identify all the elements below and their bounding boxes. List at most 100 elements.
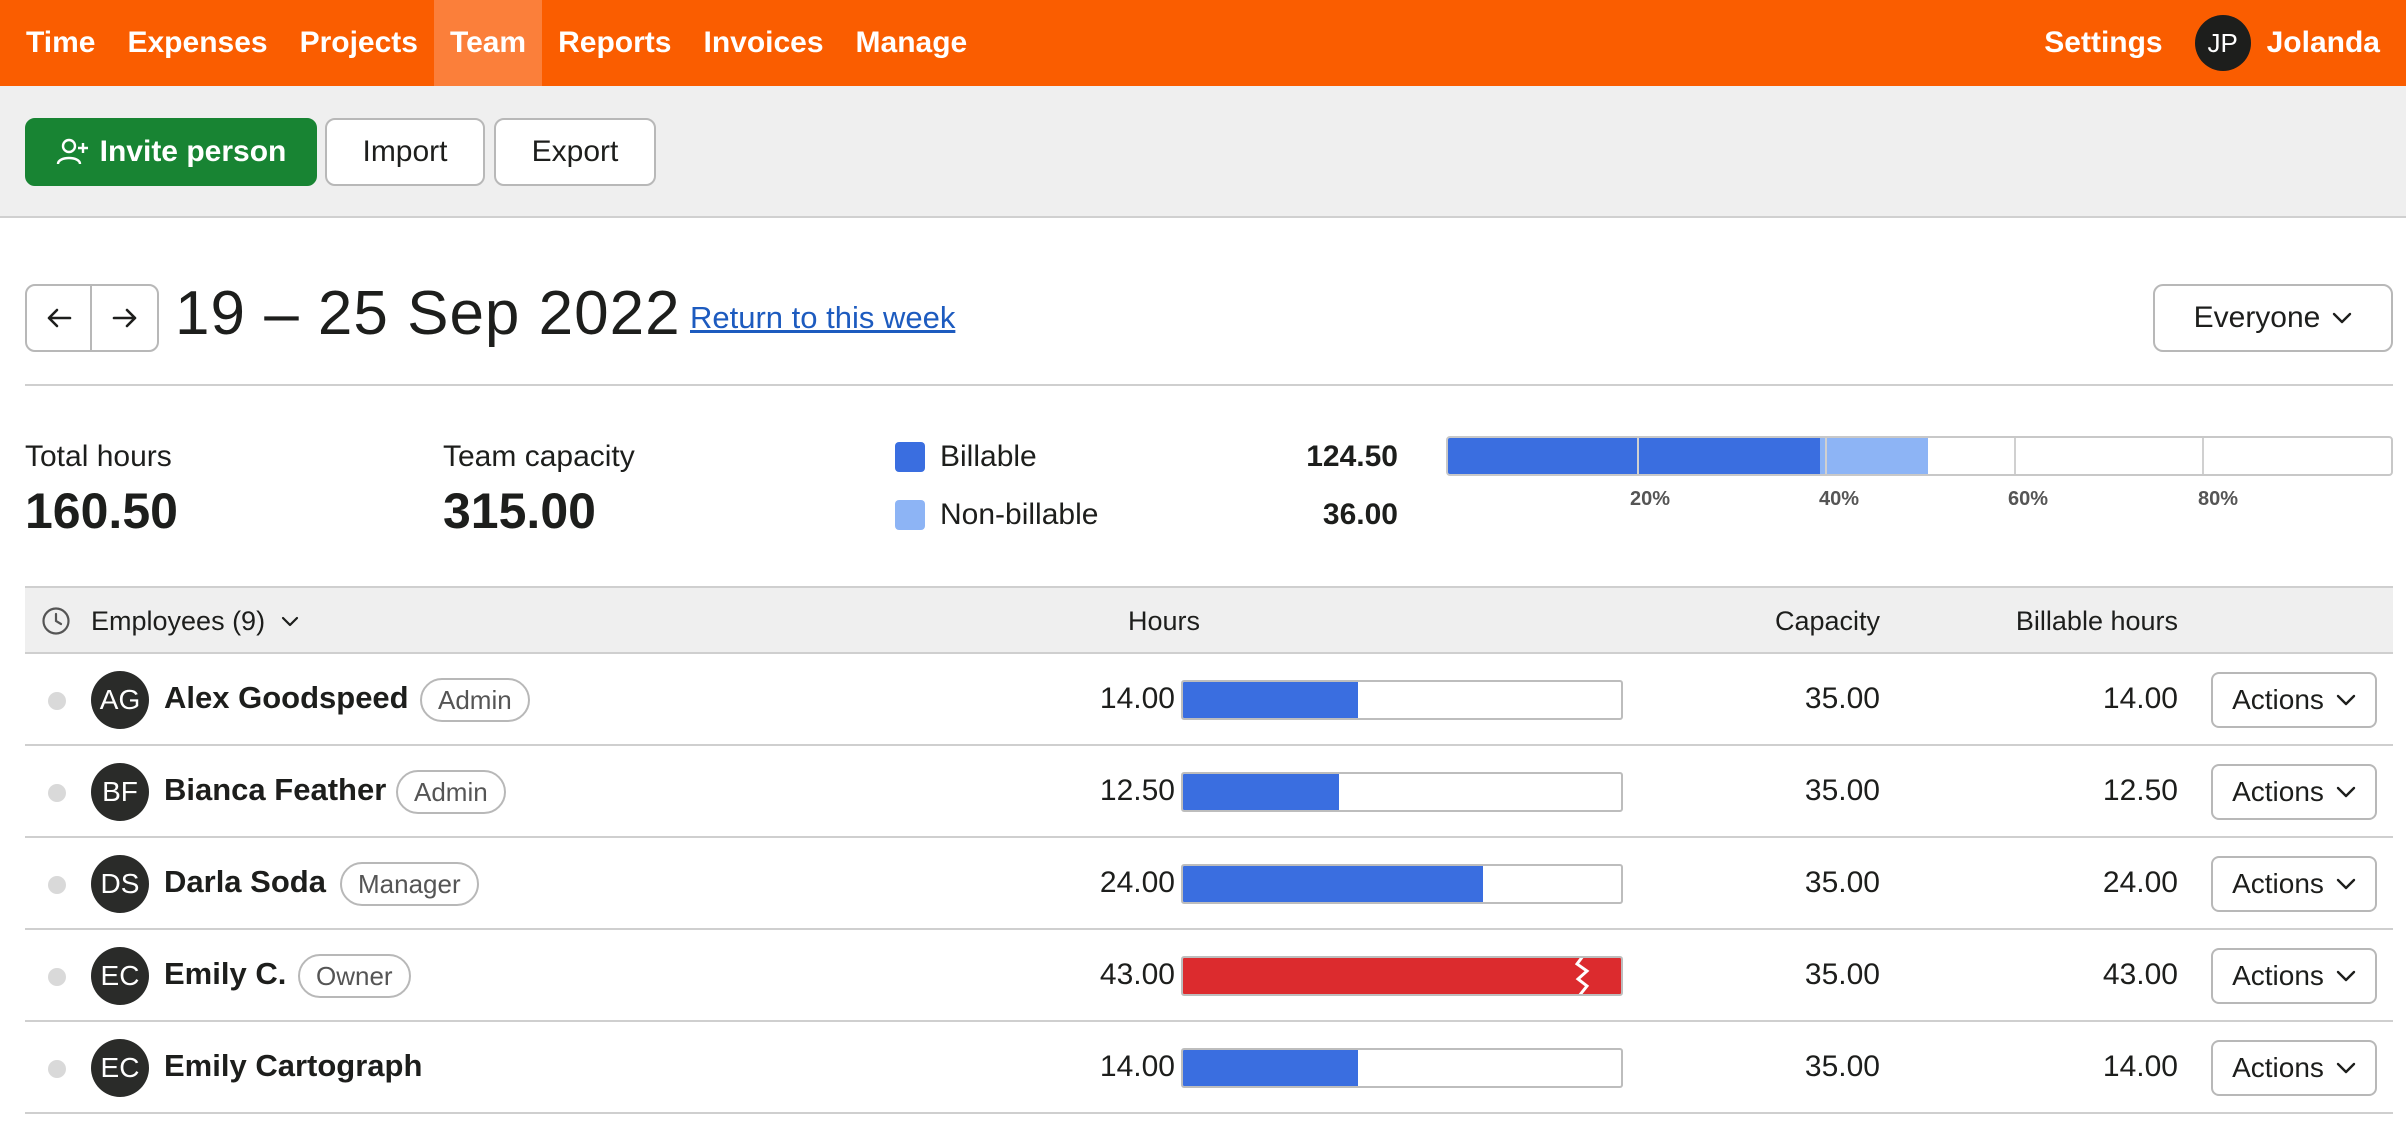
capacity-axis-label-20: 20% [1629,488,1671,510]
user-name[interactable]: Jolanda [2267,26,2380,60]
avatar[interactable]: EC [91,1039,149,1097]
actions-dropdown-button[interactable]: Actions [2211,764,2377,820]
capacity-tick-40 [1825,438,1828,474]
total-hours-label: Total hours [25,440,172,473]
chevron-down-icon [2336,878,2356,890]
actions-label: Actions [2232,776,2324,807]
hours-value: 43.00 [1099,958,1175,991]
hours-usage-fill [1183,774,1339,810]
billable-hours-value: 14.00 [2102,682,2178,715]
nav-right: Settings JP Jolanda [2044,0,2406,86]
total-hours-value: 160.50 [25,483,178,539]
actions-dropdown-button[interactable]: Actions [2211,948,2377,1004]
nav-item-manage[interactable]: Manage [840,0,984,86]
role-badge: Manager [340,862,479,906]
over-capacity-break-icon [1575,958,1590,994]
hours-value: 24.00 [1099,866,1175,899]
actions-dropdown-button[interactable]: Actions [2211,672,2377,728]
table-row[interactable]: DS Darla Soda Manager 24.00 35.00 24.00 Action… [25,838,2393,930]
chevron-down-icon [2336,786,2356,798]
team-capacity-value: 315.00 [443,483,596,539]
hours-usage-fill [1183,1050,1358,1086]
employees-group-toggle[interactable]: Employees (9) [91,606,299,637]
chevron-down-icon [2333,312,2352,324]
table-row[interactable]: AG Alex Goodspeed Admin 14.00 35.00 14.00 Acti… [25,654,2393,746]
table-row[interactable]: BF Bianca Feather Admin 12.50 35.00 12.50 Acti… [25,746,2393,838]
capacity-axis-label-60: 60% [2007,488,2049,510]
avatar[interactable]: BF [91,763,149,821]
actions-label: Actions [2232,868,2324,899]
nav-item-team[interactable]: Team [433,0,543,86]
capacity-value: 35.00 [1804,774,1880,807]
export-button[interactable]: Export [494,118,656,186]
hours-usage-bar [1181,864,1623,904]
return-to-this-week-link[interactable]: Return to this week [690,300,955,336]
hours-usage-bar [1181,680,1623,720]
chevron-down-icon [281,616,299,627]
top-nav: Time Expenses Projects Team Reports Invoices M… [0,0,2406,86]
actions-label: Actions [2232,960,2324,991]
team-table: Employees (9) Hours Capacity Billable ho… [25,586,2393,1114]
status-dot [48,968,66,986]
next-week-button[interactable] [92,286,157,350]
avatar[interactable]: DS [91,855,149,913]
people-filter-select[interactable]: Everyone [2153,284,2393,352]
nonbillable-swatch [895,500,925,530]
hours-usage-bar [1181,772,1623,812]
capacity-billable-fill [1448,438,1821,474]
team-capacity-bar [1446,436,2393,476]
add-user-icon [56,138,88,165]
week-title: 19 – 25 Sep 2022 [175,279,681,348]
nonbillable-value: 36.00 [1322,498,1398,531]
nav-item-time[interactable]: Time [10,0,111,86]
import-button[interactable]: Import [325,118,485,186]
status-dot [48,1060,66,1078]
billable-swatch [895,442,925,472]
user-avatar[interactable]: JP [2194,15,2251,71]
hours-summary: Total hours 160.50 Team capacity 315.00 … [25,430,2393,580]
nav-item-expenses[interactable]: Expenses [111,0,283,86]
person-name[interactable]: Alex Goodspeed [164,680,409,716]
billable-hours-value: 14.00 [2102,1050,2178,1083]
actions-dropdown-button[interactable]: Actions [2211,1040,2377,1096]
person-name[interactable]: Emily Cartograph [164,1048,422,1084]
chevron-down-icon [2336,970,2356,982]
role-badge: Admin [396,770,506,814]
invite-person-button[interactable]: Invite person [25,118,317,186]
table-header: Employees (9) Hours Capacity Billable ho… [25,586,2393,654]
avatar[interactable]: EC [91,947,149,1005]
person-name[interactable]: Darla Soda [164,864,326,900]
arrow-right-icon [112,308,136,328]
table-row[interactable]: EC Emily C. Owner 43.00 35.00 43.00 Actions [25,930,2393,1022]
avatar[interactable]: AG [91,671,149,729]
nav-item-invoices[interactable]: Invoices [687,0,839,86]
person-name[interactable]: Bianca Feather [164,772,386,808]
billable-hours-value: 12.50 [2102,774,2178,807]
table-row[interactable]: EC Emily Cartograph 14.00 35.00 14.00 Actions [25,1022,2393,1114]
nav-item-projects[interactable]: Projects [284,0,434,86]
nav-item-reports[interactable]: Reports [542,0,687,86]
person-name[interactable]: Emily C. [164,956,286,992]
hours-usage-fill [1183,958,1621,994]
hours-usage-bar [1181,1048,1623,1088]
billable-hours-column-header: Billable hours [2015,606,2178,636]
capacity-value: 35.00 [1804,958,1880,991]
hours-column-header: Hours [1127,606,1200,636]
hours-usage-bar [1181,956,1623,996]
actions-dropdown-button[interactable]: Actions [2211,856,2377,912]
nonbillable-label: Non-billable [940,498,1099,531]
status-dot [48,784,66,802]
hours-value: 14.00 [1099,1050,1175,1083]
previous-week-button[interactable] [27,286,93,350]
actions-label: Actions [2232,684,2324,715]
capacity-tick-20 [1636,438,1639,474]
capacity-tick-80 [2202,438,2205,474]
team-capacity-label: Team capacity [443,440,635,473]
hours-usage-fill [1183,866,1483,902]
capacity-value: 35.00 [1804,682,1880,715]
people-filter-label: Everyone [2193,301,2321,334]
week-pager [25,284,159,352]
action-bar: Invite person Import Export [0,86,2406,218]
capacity-axis-label-40: 40% [1818,488,1860,510]
nav-settings-link[interactable]: Settings [2044,26,2162,60]
